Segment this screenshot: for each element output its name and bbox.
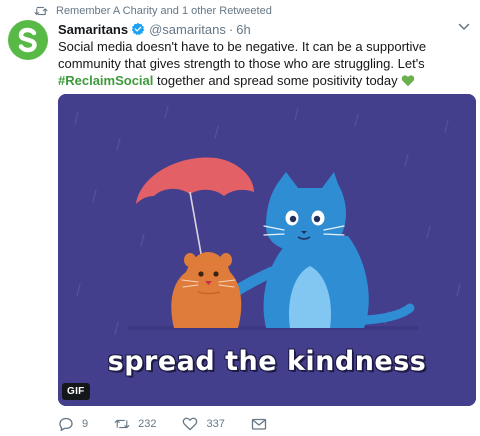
reply-icon [59,417,73,431]
retweet-context-text: Remember A Charity and 1 other Retweeted [56,5,272,17]
gif-caption: spread the kindness [107,346,427,377]
retweet-icon [34,6,48,16]
samaritans-logo-icon [18,27,37,53]
tweet-header: Samaritans @samaritans · 6h [58,21,251,37]
retweet-count: 232 [138,418,157,430]
tweet-text-part2: together and spread some positivity toda… [153,73,398,88]
avatar[interactable] [8,20,48,60]
envelope-icon [251,418,266,430]
verified-badge-icon [131,22,145,36]
like-count: 337 [206,418,225,430]
separator-dot: · [228,21,234,37]
retweet-action-icon [114,419,130,429]
retweet-context[interactable]: Remember A Charity and 1 other Retweeted [34,4,272,18]
reply-button[interactable]: 9 [58,417,88,431]
retweet-button[interactable]: 232 [114,417,156,431]
gif-badge: GIF [62,383,90,400]
tweet-actions: 9 232 337 [58,416,301,432]
direct-message-button[interactable] [251,417,275,431]
chevron-down-icon[interactable] [458,22,470,32]
author-handle[interactable]: @samaritans [149,22,226,37]
tweet-text: Social media doesn't have to be negative… [58,38,472,89]
like-button[interactable]: 337 [182,417,225,431]
heart-icon [183,417,198,431]
author-name[interactable]: Samaritans [58,22,128,37]
hashtag-link[interactable]: #ReclaimSocial [58,73,153,88]
tweet-text-part1: Social media doesn't have to be negative… [58,39,427,71]
reply-count: 9 [82,418,89,430]
green-heart-icon [401,75,414,87]
gif-media[interactable]: spread the kindness GIF [58,94,476,406]
tweet-timestamp[interactable]: 6h [236,22,250,37]
